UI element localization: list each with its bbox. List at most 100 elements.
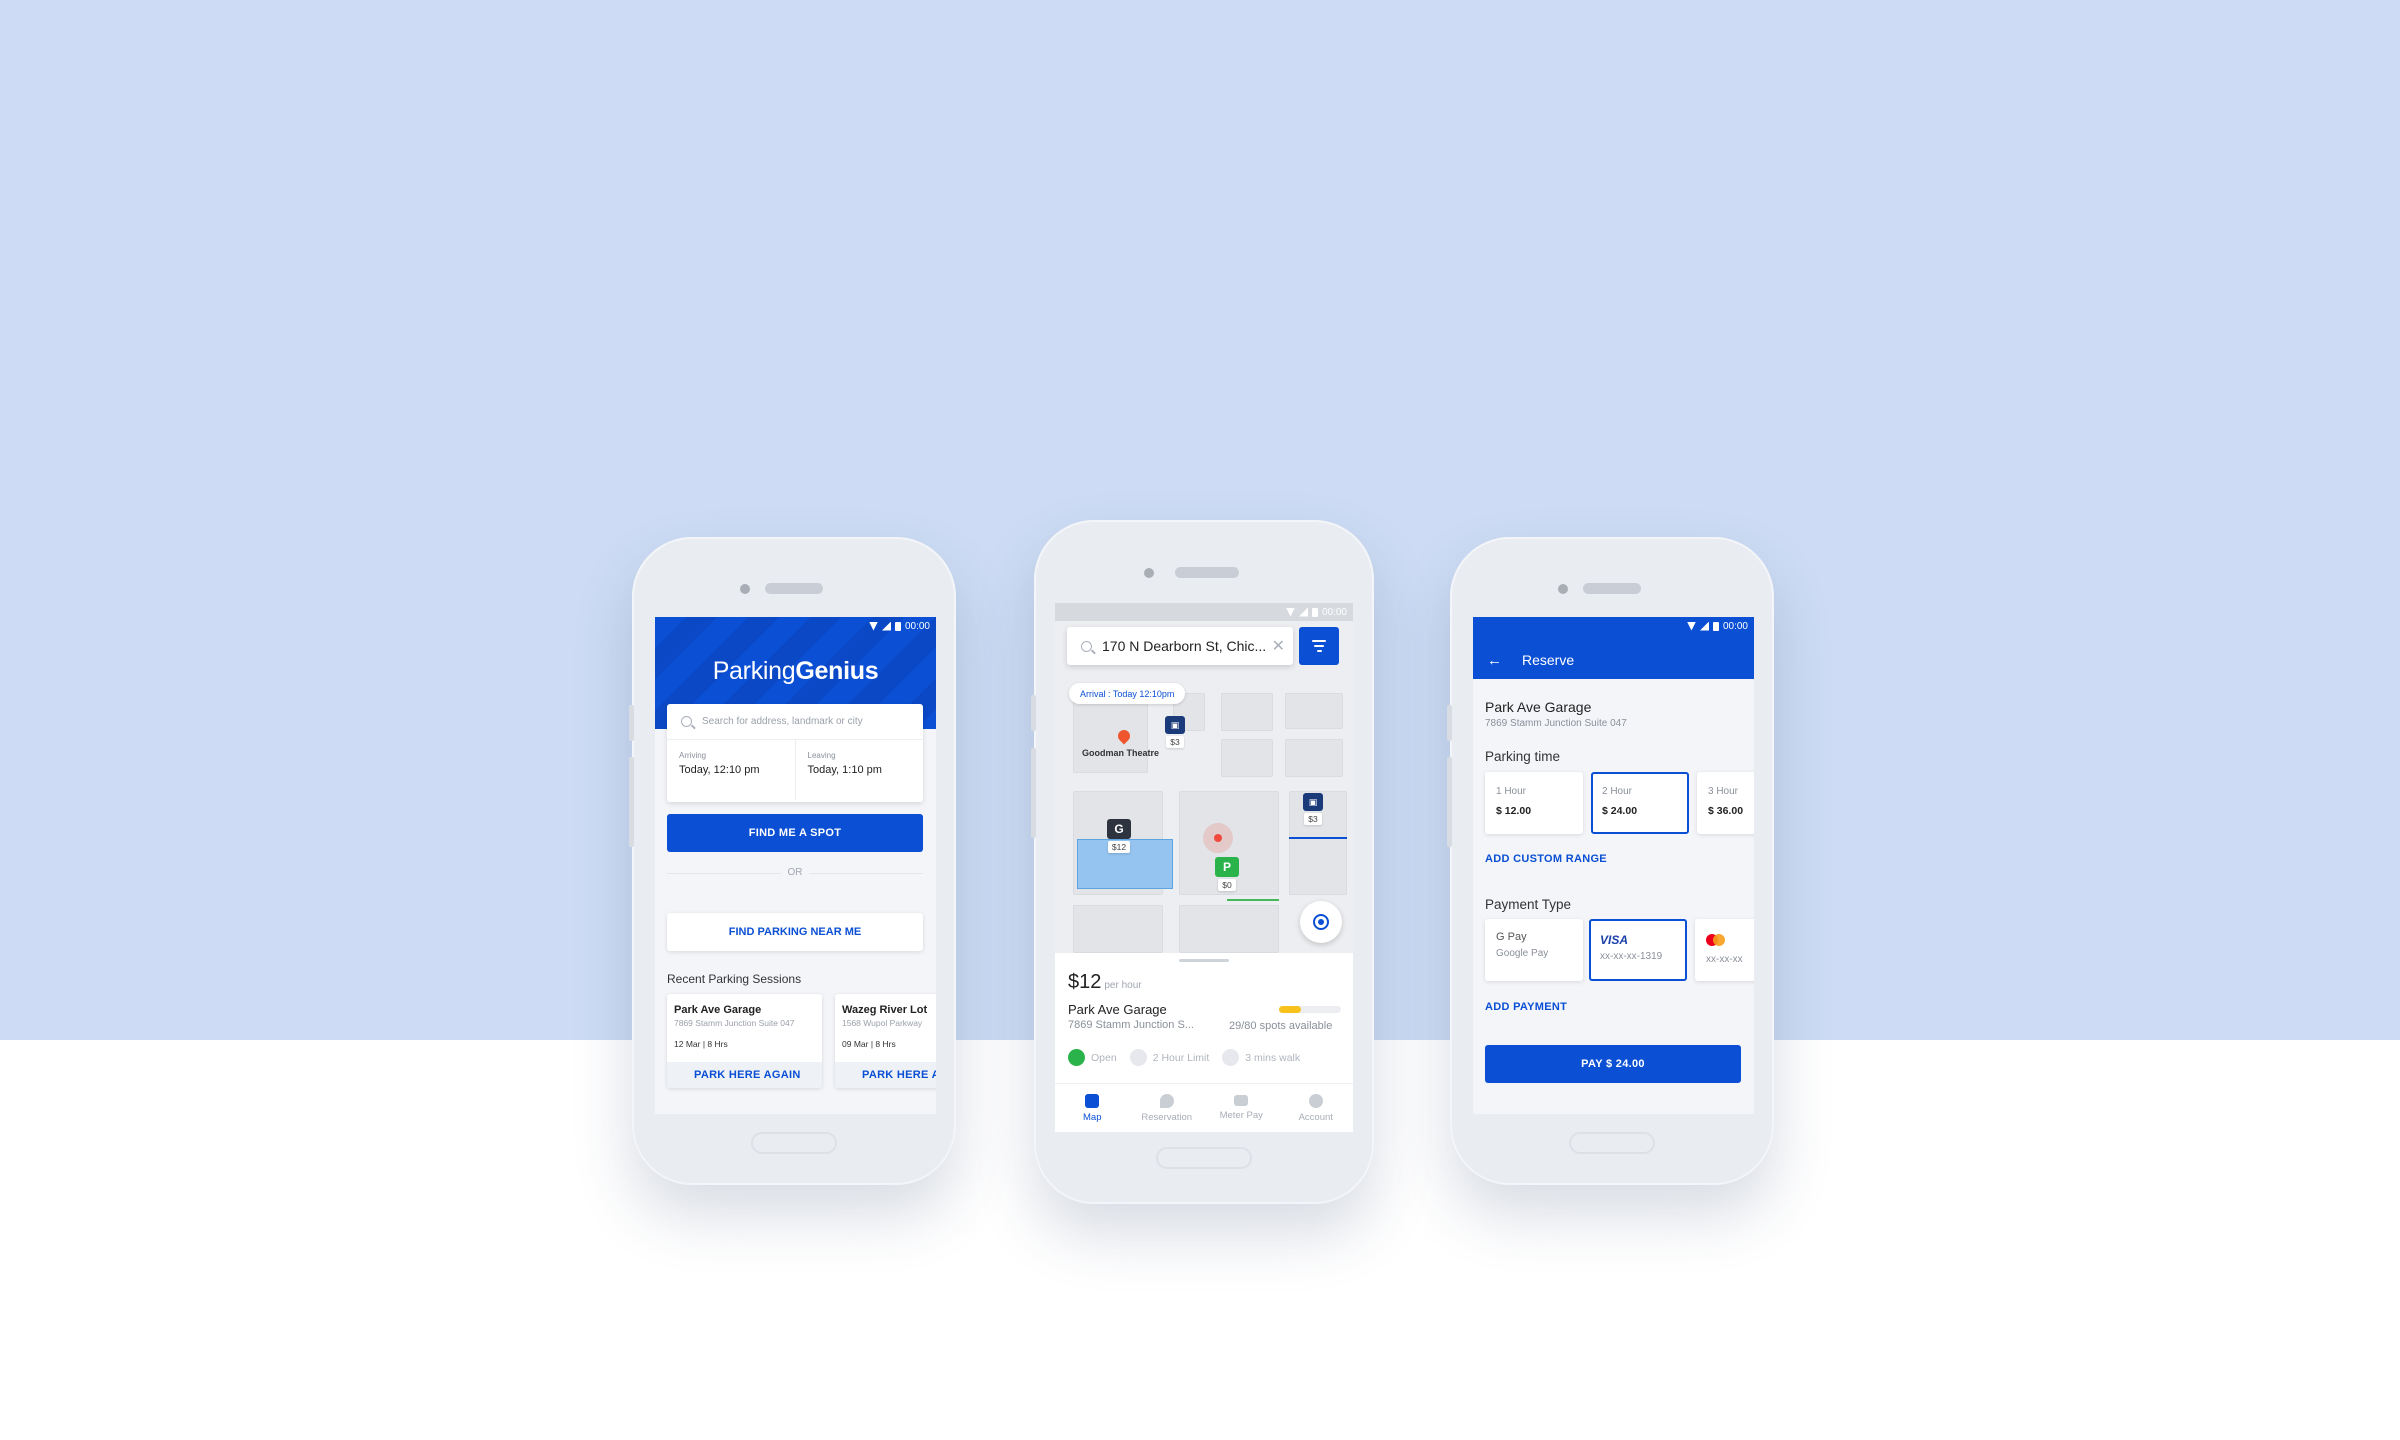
session-address: 1568 Wupol Parkway [842,1018,923,1028]
status-bar: 00:00 [1473,617,1754,635]
marker-price: $3 [1304,813,1322,825]
payment-option-visa-selected[interactable]: VISA xx-xx-xx-1319 [1589,919,1687,981]
find-near-button[interactable]: FIND PARKING NEAR ME [667,913,923,951]
time-selectors: Arriving Today, 12:10 pm Leaving Today, … [667,740,923,800]
time-option[interactable]: 1 Hour $ 12.00 [1485,772,1583,834]
card-icon [1234,1095,1249,1106]
add-custom-range-link[interactable]: ADD CUSTOM RANGE [1485,853,1607,865]
leaving-field[interactable]: Leaving Today, 1:10 pm [794,740,924,800]
sheet-handle[interactable] [1179,959,1229,962]
locate-me-button[interactable] [1300,901,1342,943]
battery-icon [1712,621,1719,631]
battery-icon [1311,607,1318,617]
map-icon [1085,1093,1100,1108]
map-marker-parking-p[interactable]: P $0 [1215,857,1239,891]
park-again-button[interactable]: PARK HERE AGAIN [835,1062,936,1088]
phone-speaker [1175,567,1239,578]
phone-home-button [751,1132,837,1154]
garage-icon: ▣ [1165,716,1185,734]
wifi-icon [1686,621,1696,631]
app-logo: ParkingGenius [712,657,879,685]
add-payment-link[interactable]: ADD PAYMENT [1485,1001,1567,1013]
search-icon [681,716,692,727]
payment-label: xx-xx-xx-1319 [1600,951,1663,962]
time-option-price: $ 12.00 [1496,805,1532,817]
limit-chip: 2 Hour Limit [1129,1049,1209,1066]
walk-icon [1222,1049,1240,1066]
search-input[interactable]: Search for address, landmark or city [667,704,923,740]
garage-icon: ▣ [1303,793,1323,811]
phone-side-button [1031,695,1036,731]
search-icon [1081,640,1092,652]
lot-address: 7869 Stamm Junction S... [1068,1019,1194,1031]
time-option-label: 2 Hour [1602,786,1633,797]
phone-side-button [629,705,634,741]
back-arrow-icon[interactable]: ← [1487,652,1502,669]
lot-price: $12 per hour [1068,971,1142,993]
signal-icon [1699,621,1709,631]
arriving-field[interactable]: Arriving Today, 12:10 pm [667,740,795,800]
nav-meter-pay[interactable]: Meter Pay [1204,1084,1279,1132]
availability-text: 29/80 spots available [1229,1020,1333,1032]
session-date: 09 Mar | 8 Hrs [842,1039,896,1049]
lot-detail-sheet[interactable]: $12 per hour Park Ave Garage 7869 Stamm J… [1055,953,1353,1132]
page-title: Reserve [1522,652,1575,668]
lot-name: Park Ave Garage [1068,1002,1167,1017]
marker-price: $0 [1218,879,1236,891]
map-view[interactable]: Goodman Theatre G $12 P $0 ▣ $3 ▣ $3 00:… [1055,603,1353,953]
battery-icon [894,621,901,631]
map-marker-garage[interactable]: ▣ $3 [1165,716,1185,748]
payment-option-mastercard[interactable]: xx-xx-xx [1695,919,1754,981]
map-marker-garage-g[interactable]: G $12 [1107,819,1131,853]
wifi-icon [868,621,878,631]
session-card[interactable]: Park Ave Garage 7869 Stamm Junction Suit… [667,994,822,1088]
lot-address: 7869 Stamm Junction Suite 047 [1485,718,1627,729]
time-option-label: 3 Hour [1708,786,1739,797]
signal-icon [1298,607,1308,617]
arriving-label: Arriving [679,751,707,760]
phone-camera [740,584,750,594]
marker-price: $12 [1107,841,1131,853]
current-location-marker [1203,823,1233,853]
or-label: OR [781,867,809,878]
nav-map[interactable]: Map [1055,1084,1130,1132]
availability-fill [1279,1006,1302,1013]
parking-time-title: Parking time [1485,749,1561,764]
home-screen: 00:00 ParkingGenius Search for address, … [655,617,936,1114]
pay-button[interactable]: PAY $ 24.00 [1485,1045,1741,1083]
bottom-nav: Map Reservation Meter Pay Account [1055,1083,1353,1132]
payment-label: xx-xx-xx [1706,954,1743,965]
clear-icon[interactable]: ✕ [1272,636,1285,656]
availability-bar [1279,1006,1341,1013]
phone-home-button [1569,1132,1655,1154]
park-again-button[interactable]: PARK HERE AGAIN [667,1062,822,1088]
status-time: 00:00 [904,620,930,632]
map-marker-garage[interactable]: ▣ $3 [1303,793,1323,825]
bulb-icon [1159,1093,1174,1108]
arrival-chip[interactable]: Arrival : Today 12:10pm [1069,683,1186,704]
lock-open-icon [1068,1049,1085,1066]
time-option-label: 1 Hour [1496,786,1527,797]
time-option-selected[interactable]: 2 Hour $ 24.00 [1591,772,1689,834]
signal-icon [881,621,891,631]
filter-button[interactable] [1299,627,1339,665]
session-card[interactable]: Wazeg River Lot 1568 Wupol Parkway 09 Ma… [835,994,936,1088]
filter-icon [1312,640,1326,642]
nav-reservation[interactable]: Reservation [1130,1084,1205,1132]
search-placeholder: Search for address, landmark or city [702,716,863,727]
leaving-value: Today, 1:10 pm [807,764,882,776]
map-screen: Goodman Theatre G $12 P $0 ▣ $3 ▣ $3 00:… [1055,603,1353,1132]
phone-speaker [1583,583,1641,594]
time-option[interactable]: 3 Hour $ 36.00 [1697,772,1754,834]
status-time: 00:00 [1321,606,1347,618]
map-search-input[interactable]: 170 N Dearborn St, Chic... ✕ [1067,627,1293,665]
phone-map: Goodman Theatre G $12 P $0 ▣ $3 ▣ $3 00:… [1031,520,1374,1204]
phone-side-button [1031,748,1036,838]
payment-option-google-pay[interactable]: G Pay Google Pay [1485,919,1583,981]
map-search-value: 170 N Dearborn St, Chic... [1102,638,1267,654]
place-label: Goodman Theatre [1082,748,1160,758]
nav-account[interactable]: Account [1279,1084,1354,1132]
find-spot-button[interactable]: FIND ME A SPOT [667,814,923,852]
phone-camera [1144,568,1154,578]
phone-side-button [1447,757,1452,847]
